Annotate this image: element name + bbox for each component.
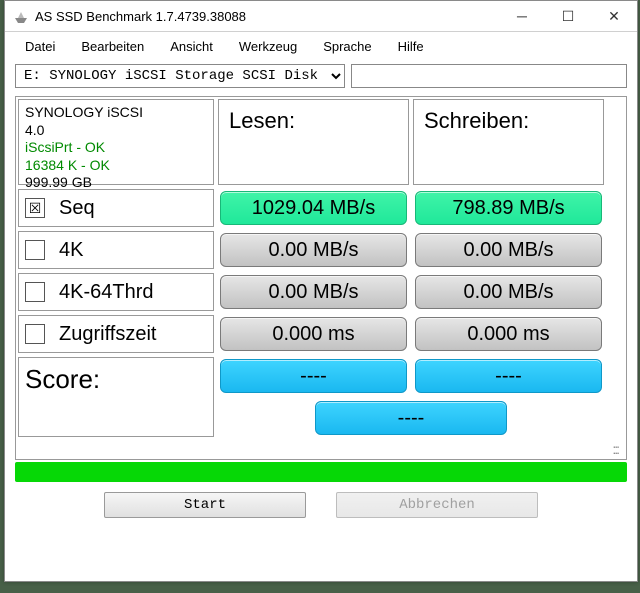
path-input[interactable] <box>351 64 627 88</box>
disk-select[interactable]: E: SYNOLOGY iSCSI Storage SCSI Disk <box>15 64 345 88</box>
checkbox-access[interactable] <box>25 324 45 344</box>
label-seq: Seq <box>59 197 95 220</box>
4k-read[interactable]: 0.00 MB/s <box>220 233 407 267</box>
menu-datei[interactable]: Datei <box>13 35 67 58</box>
minimize-button[interactable]: ─ <box>499 1 545 31</box>
start-button[interactable]: Start <box>104 492 306 518</box>
score-read[interactable]: ---- <box>220 359 407 393</box>
drive-align: 16384 K - OK <box>25 157 110 175</box>
menu-bearbeiten[interactable]: Bearbeiten <box>69 35 156 58</box>
score-write[interactable]: ---- <box>415 359 602 393</box>
label-4k64: 4K-64Thrd <box>59 281 154 304</box>
label-access: Zugriffszeit <box>59 323 156 346</box>
cancel-button: Abbrechen <box>336 492 538 518</box>
menu-sprache[interactable]: Sprache <box>311 35 383 58</box>
maximize-button[interactable]: ☐ <box>545 1 591 31</box>
menubar: Datei Bearbeiten Ansicht Werkzeug Sprach… <box>5 32 637 60</box>
seq-write[interactable]: 798.89 MB/s <box>415 191 602 225</box>
close-button[interactable]: ✕ <box>591 1 637 31</box>
row-access-label: Zugriffszeit <box>18 315 214 353</box>
4k-write[interactable]: 0.00 MB/s <box>415 233 602 267</box>
menu-ansicht[interactable]: Ansicht <box>158 35 225 58</box>
progress-bar <box>15 462 627 482</box>
header-write: Schreiben: <box>413 99 604 185</box>
label-4k: 4K <box>59 239 83 262</box>
toolbar: E: SYNOLOGY iSCSI Storage SCSI Disk <box>5 60 637 96</box>
header-read: Lesen: <box>218 99 409 185</box>
row-4k64-label: 4K-64Thrd <box>18 273 214 311</box>
checkbox-seq[interactable]: ☒ <box>25 198 45 218</box>
checkbox-4k[interactable] <box>25 240 45 260</box>
checkbox-4k64[interactable] <box>25 282 45 302</box>
row-4k-label: 4K <box>18 231 214 269</box>
access-write[interactable]: 0.000 ms <box>415 317 602 351</box>
titlebar: AS SSD Benchmark 1.7.4739.38088 ─ ☐ ✕ <box>5 1 637 32</box>
drive-driver: iScsiPrt - OK <box>25 139 105 157</box>
resize-handle[interactable]: ::: <box>16 439 626 459</box>
drive-name: SYNOLOGY iSCSI <box>25 104 143 122</box>
score-label: Score: <box>18 357 214 437</box>
4k64-write[interactable]: 0.00 MB/s <box>415 275 602 309</box>
button-row: Start Abbrechen <box>5 488 637 528</box>
app-icon <box>13 8 29 24</box>
menu-werkzeug[interactable]: Werkzeug <box>227 35 309 58</box>
access-read[interactable]: 0.000 ms <box>220 317 407 351</box>
app-window: AS SSD Benchmark 1.7.4739.38088 ─ ☐ ✕ Da… <box>4 0 638 582</box>
score-total-cell: ---- <box>216 397 606 439</box>
seq-read[interactable]: 1029.04 MB/s <box>220 191 407 225</box>
4k64-read[interactable]: 0.00 MB/s <box>220 275 407 309</box>
menu-hilfe[interactable]: Hilfe <box>386 35 436 58</box>
results-panel: SYNOLOGY iSCSI 4.0 iScsiPrt - OK 16384 K… <box>15 96 627 460</box>
drive-firmware: 4.0 <box>25 122 44 140</box>
row-seq-label: ☒ Seq <box>18 189 214 227</box>
score-total[interactable]: ---- <box>315 401 507 435</box>
drive-info: SYNOLOGY iSCSI 4.0 iScsiPrt - OK 16384 K… <box>18 99 214 185</box>
window-title: AS SSD Benchmark 1.7.4739.38088 <box>35 9 499 24</box>
